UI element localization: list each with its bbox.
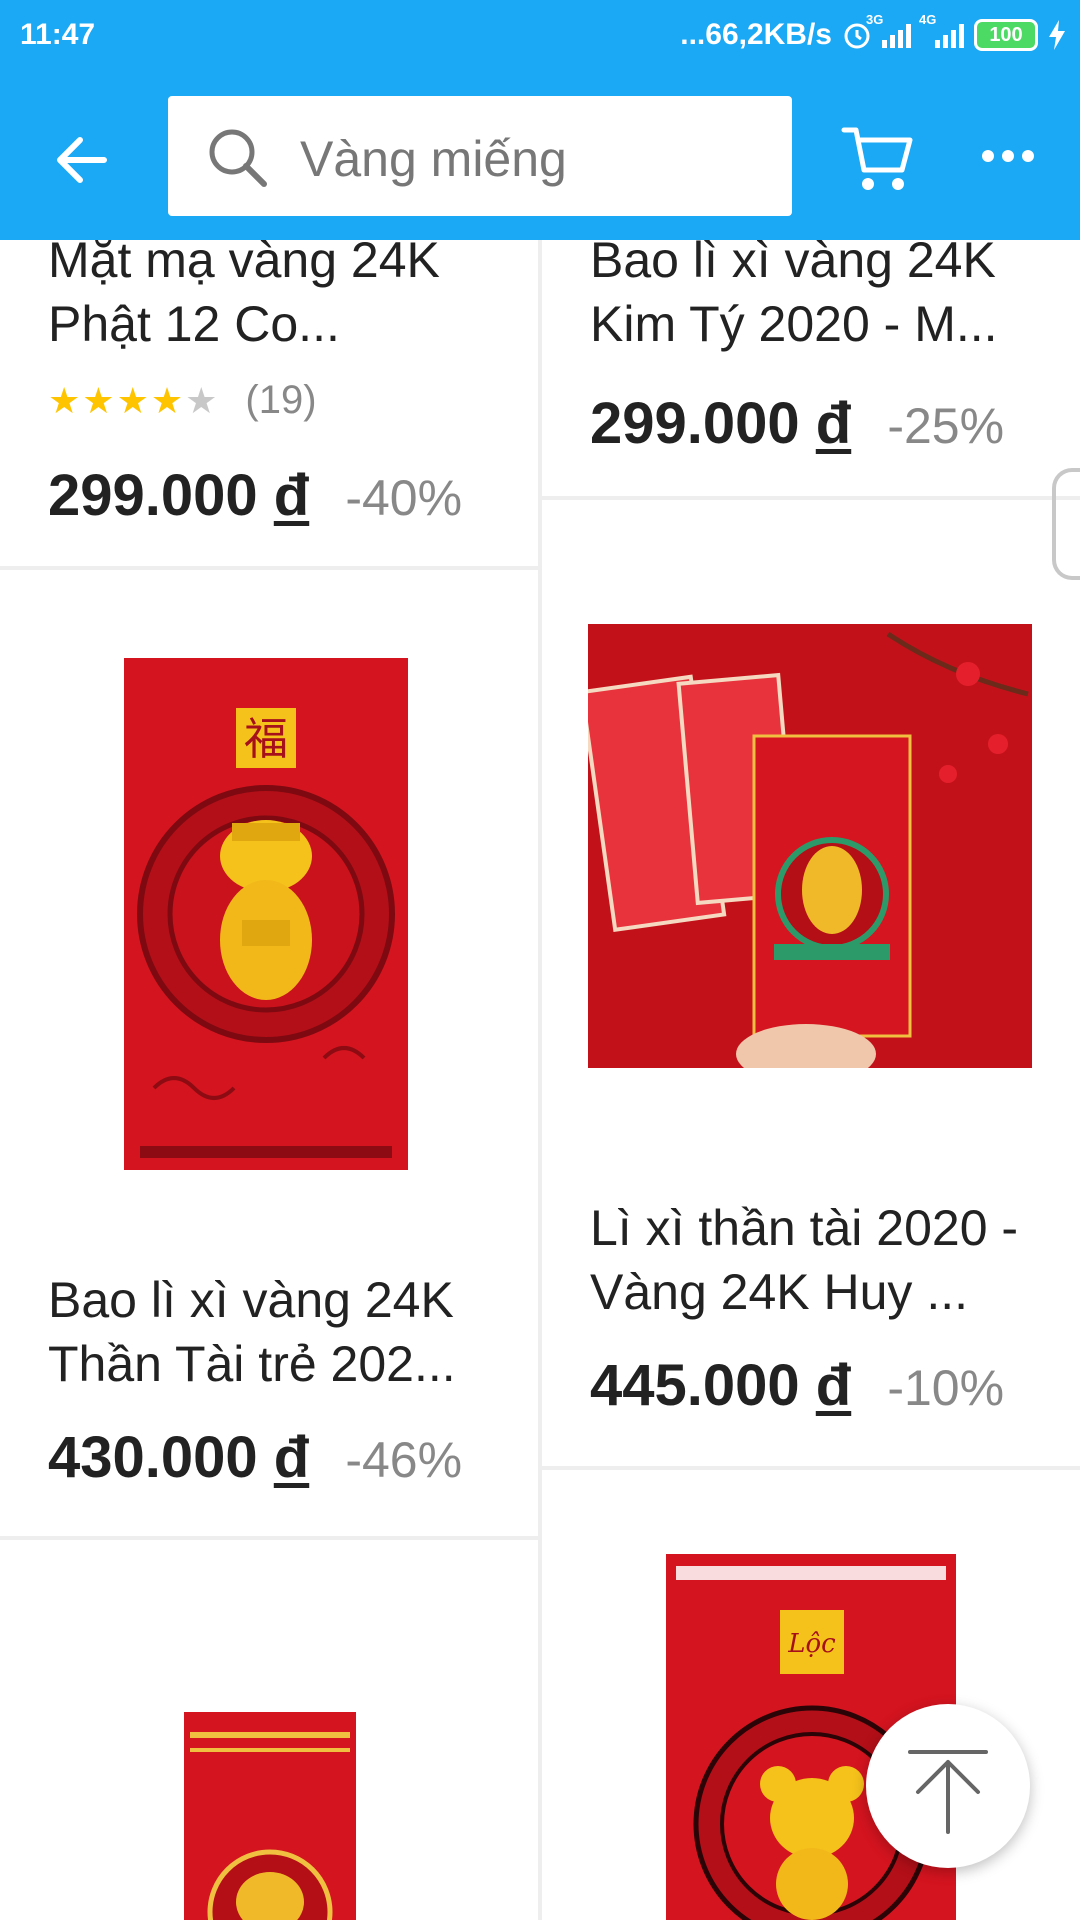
product-name: Bao lì xì vàng 24K Kim Tý 2020 - M... <box>590 240 998 352</box>
top-app-bar: Vàng miếng <box>0 72 1080 240</box>
red-envelope-photo <box>588 624 1032 1068</box>
product-image <box>588 624 1032 1068</box>
product-card[interactable]: 福 Bao lì xì vàng 24K Thần Tài trẻ 202...… <box>0 570 538 1536</box>
scroll-to-top-button[interactable] <box>866 1704 1030 1868</box>
battery-icon: 100 <box>974 19 1038 51</box>
search-input[interactable]: Vàng miếng <box>168 96 792 216</box>
currency-symbol: đ <box>273 463 310 528</box>
product-name: Lì xì thần tài 2020 - Vàng 24K Huy ... <box>590 1200 1019 1320</box>
review-count: (19) <box>245 378 317 422</box>
discount-badge: -46% <box>345 1432 463 1488</box>
status-time: 11:47 <box>20 18 96 51</box>
status-bar: 11:47 ...66,2KB/s 3G 4G 100 <box>0 0 1080 72</box>
signal-4g-icon: 4G <box>919 12 964 48</box>
signal-3g-icon: 3G <box>866 12 911 48</box>
scrollbar-handle[interactable] <box>1052 468 1080 580</box>
currency-symbol: đ <box>815 391 852 456</box>
back-arrow-icon[interactable] <box>52 130 112 190</box>
discount-badge: -10% <box>887 1360 1005 1416</box>
product-card[interactable]: Mặt mạ vàng 24K Phật 12 Co... ★★★★★ (19)… <box>0 240 538 566</box>
discount-badge: -25% <box>887 398 1005 454</box>
product-name: Bao lì xì vàng 24K Thần Tài trẻ 202... <box>48 1272 456 1392</box>
currency-symbol: đ <box>273 1425 310 1490</box>
currency-symbol: đ <box>815 1353 852 1418</box>
charging-icon <box>1049 20 1065 50</box>
more-options-icon[interactable] <box>982 144 1034 168</box>
product-image <box>184 1712 356 1920</box>
product-price: 445.000 đ -10% <box>590 1353 1005 1418</box>
cart-icon[interactable] <box>840 120 916 196</box>
red-envelope-image <box>190 1732 350 1920</box>
product-card[interactable] <box>0 1540 538 1920</box>
product-price: 299.000 đ -25% <box>590 391 1005 456</box>
star-icon: ★ <box>82 380 117 421</box>
product-price: 430.000 đ -46% <box>48 1425 463 1490</box>
svg-text:福: 福 <box>244 714 288 765</box>
svg-text:Lộc: Lộc <box>787 1629 836 1659</box>
star-empty-icon: ★ <box>185 380 220 421</box>
product-card[interactable]: Bao lì xì vàng 24K Kim Tý 2020 - M... 29… <box>542 240 1080 496</box>
product-image: 福 <box>124 658 408 1170</box>
star-icon: ★ <box>150 380 186 421</box>
search-placeholder: Vàng miếng <box>300 131 567 187</box>
star-icon: ★ <box>116 380 151 421</box>
product-name: Mặt mạ vàng 24K Phật 12 Co... <box>48 240 440 352</box>
red-envelope-thantai-image: 福 <box>137 708 395 1158</box>
star-icon: ★ <box>48 380 83 421</box>
discount-badge: -40% <box>345 470 463 526</box>
arrow-up-icon <box>908 1750 988 1834</box>
product-card[interactable]: Lì xì thần tài 2020 - Vàng 24K Huy ... 4… <box>542 500 1080 1466</box>
search-icon <box>209 129 267 187</box>
product-rating: ★★★★★ (19) <box>48 378 317 423</box>
product-price: 299.000 đ -40% <box>48 463 463 528</box>
network-speed: ...66,2KB/s <box>680 18 832 51</box>
status-icons: ...66,2KB/s 3G 4G 100 <box>680 12 1066 52</box>
